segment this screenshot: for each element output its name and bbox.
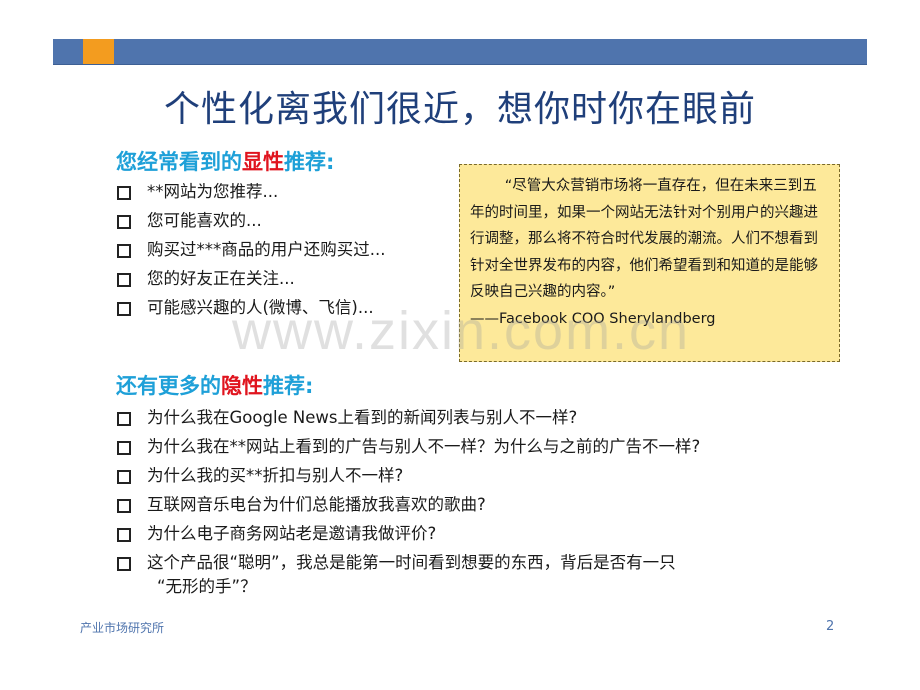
list-item-text: 可能感兴趣的人(微博、飞信)... <box>147 298 374 317</box>
list-item: 购买过***商品的用户还购买过... <box>117 238 386 262</box>
checkbox-icon <box>117 273 131 287</box>
list-item-text: 购买过***商品的用户还购买过... <box>147 240 386 259</box>
list-item: 为什么我在Google News上看到的新闻列表与别人不一样? <box>117 406 700 430</box>
header-bar <box>53 39 867 65</box>
explicit-heading: 您经常看到的显性推荐: <box>116 146 334 176</box>
implicit-heading-highlight: 隐性 <box>221 374 263 398</box>
checkbox-icon <box>117 499 131 513</box>
list-item: 为什么我在**网站上看到的广告与别人不一样？为什么与之前的广告不一样? <box>117 435 700 459</box>
list-item-text: 为什么我的买**折扣与别人不一样? <box>147 466 404 485</box>
explicit-heading-highlight: 显性 <box>242 150 284 174</box>
implicit-heading-pre: 还有更多的 <box>116 374 221 398</box>
list-item-text: 互联网音乐电台为什们总能播放我喜欢的歌曲? <box>147 495 486 514</box>
page-number: 2 <box>826 619 835 634</box>
list-item-text: 您的好友正在关注... <box>147 269 295 288</box>
implicit-list: 为什么我在Google News上看到的新闻列表与别人不一样? 为什么我在**网… <box>117 406 700 604</box>
list-item-continuation: “无形的手”？ <box>157 577 257 596</box>
checkbox-icon <box>117 412 131 426</box>
explicit-list: **网站为您推荐... 您可能喜欢的... 购买过***商品的用户还购买过...… <box>117 180 386 325</box>
list-item: **网站为您推荐... <box>117 180 386 204</box>
list-item: 您可能喜欢的... <box>117 209 386 233</box>
list-item-text: 您可能喜欢的... <box>147 211 262 230</box>
list-item: 您的好友正在关注... <box>117 267 386 291</box>
quote-attribution: ——Facebook COO Sherylandberg <box>470 310 716 327</box>
explicit-heading-post: 推荐: <box>284 150 335 174</box>
checkbox-icon <box>117 186 131 200</box>
list-item-text: 为什么我在**网站上看到的广告与别人不一样？为什么与之前的广告不一样? <box>147 437 701 456</box>
header-accent-block <box>83 39 114 64</box>
list-item: 可能感兴趣的人(微博、飞信)... <box>117 296 386 320</box>
checkbox-icon <box>117 302 131 316</box>
checkbox-icon <box>117 244 131 258</box>
list-item: 互联网音乐电台为什们总能播放我喜欢的歌曲? <box>117 493 700 517</box>
quote-box: “尽管大众营销市场将一直存在，但在未来三到五年的时间里，如果一个网站无法针对个别… <box>459 164 840 362</box>
list-item-text: 为什么电子商务网站老是邀请我做评价? <box>147 524 437 543</box>
list-item-text: 为什么我在Google News上看到的新闻列表与别人不一样? <box>147 408 578 427</box>
checkbox-icon <box>117 441 131 455</box>
implicit-heading-post: 推荐: <box>263 374 314 398</box>
quote-text: “尽管大众营销市场将一直存在，但在未来三到五年的时间里，如果一个网站无法针对个别… <box>470 178 818 300</box>
list-item-text: **网站为您推荐... <box>147 182 279 201</box>
slide-title: 个性化离我们很近，想你时你在眼前 <box>163 89 756 130</box>
explicit-heading-pre: 您经常看到的 <box>116 150 242 174</box>
list-item-text: 这个产品很“聪明”，我总是能第一时间看到想要的东西，背后是否有一只 <box>147 553 676 572</box>
list-item: 为什么电子商务网站老是邀请我做评价? <box>117 522 700 546</box>
checkbox-icon <box>117 557 131 571</box>
checkbox-icon <box>117 528 131 542</box>
list-item: 为什么我的买**折扣与别人不一样? <box>117 464 700 488</box>
checkbox-icon <box>117 215 131 229</box>
checkbox-icon <box>117 470 131 484</box>
footer-org: 产业市场研究所 <box>80 621 165 635</box>
list-item: 这个产品很“聪明”，我总是能第一时间看到想要的东西，背后是否有一只 “无形的手”？ <box>117 551 700 599</box>
implicit-heading: 还有更多的隐性推荐: <box>116 370 313 400</box>
